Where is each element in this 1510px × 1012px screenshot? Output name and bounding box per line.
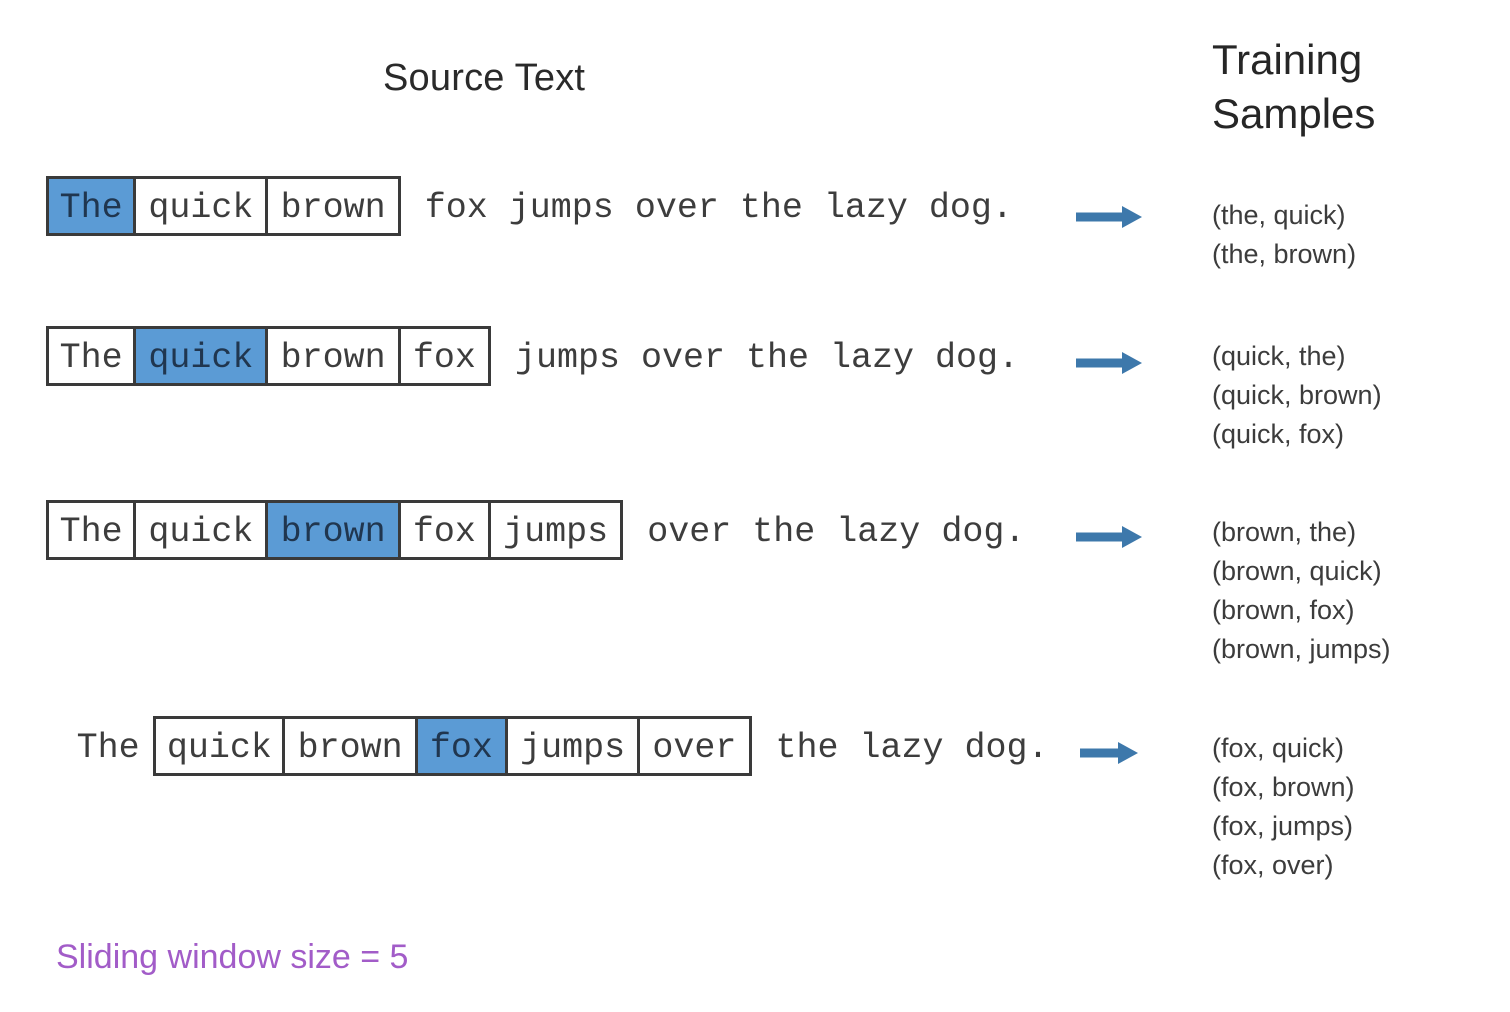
training-sample-pair: (the, quick) (1212, 200, 1346, 230)
trailing-text: fox jumps over the lazy dog. (403, 188, 1013, 228)
right-arrow-icon (1076, 524, 1142, 550)
right-arrow-icon (1076, 204, 1142, 230)
training-sample-pair: (fox, over) (1212, 849, 1334, 880)
training-sample-pair: (the, brown) (1212, 238, 1357, 269)
word-cell: The (46, 326, 137, 386)
training-sample-pair: (fox, brown) (1212, 771, 1355, 802)
sliding-window-caption: Sliding window size = 5 (56, 938, 409, 976)
word-sequence: The quick brown fox jumps over the lazy dog… (46, 326, 1022, 392)
word-cell: fox (400, 326, 491, 386)
word-sequence: The quick brown fox jumps over the lazy do… (46, 176, 1016, 242)
training-samples-group: (the, quick) (the, brown) (1212, 196, 1356, 274)
word-cell: brown (285, 716, 418, 776)
training-samples-heading: Training Samples (1212, 33, 1472, 141)
highlighted-word-cell: quick (136, 326, 269, 386)
right-arrow-icon (1080, 740, 1138, 766)
training-sample-pair: (quick, brown) (1212, 379, 1382, 410)
training-samples-heading-line1: Training (1212, 36, 1363, 83)
word-cell: The (76, 728, 140, 768)
word-cell: quick (153, 716, 286, 776)
word-cell: brown (268, 326, 401, 386)
highlighted-word-cell: brown (268, 500, 401, 560)
word-cell: brown (268, 176, 401, 236)
training-sample-pair: (brown, quick) (1212, 555, 1382, 586)
training-samples-group: (quick, the) (quick, brown) (quick, fox) (1212, 337, 1382, 454)
word-sequence: The quick brown fox jumps over the lazy dog. (63, 716, 1052, 782)
word-cell: quick (136, 176, 269, 236)
highlighted-word-cell: The (46, 176, 137, 236)
highlighted-word-cell: fox (417, 716, 508, 776)
training-sample-pair: (brown, fox) (1212, 594, 1355, 625)
training-samples-heading-line2: Samples (1212, 89, 1376, 137)
training-sample-pair: (brown, the) (1212, 517, 1357, 547)
word-cell: jumps (490, 500, 624, 560)
training-sample-pair: (fox, quick) (1212, 733, 1345, 763)
training-samples-group: (brown, the) (brown, quick) (brown, fox) (b… (1212, 513, 1391, 669)
word-cell: fox (400, 500, 491, 560)
training-sample-pair: (fox, jumps) (1212, 810, 1354, 841)
training-sample-pair: (quick, fox) (1212, 418, 1345, 449)
word-sequence: The quick brown fox jumps over the lazy dog. (46, 500, 1028, 566)
word-cell: The (46, 500, 137, 560)
training-sample-pair: (brown, jumps) (1212, 633, 1391, 664)
source-text-heading: Source Text (383, 57, 586, 99)
training-samples-group: (fox, quick) (fox, brown) (fox, jumps) (fox… (1212, 729, 1355, 885)
trailing-text: jumps over the lazy dog. (493, 338, 1020, 378)
right-arrow-icon (1076, 350, 1142, 376)
word-cell: over (640, 716, 752, 776)
training-sample-pair: (quick, the) (1212, 341, 1346, 371)
trailing-text: the lazy dog. (754, 728, 1049, 768)
word-cell: quick (136, 500, 269, 560)
trailing-text: over the lazy dog. (626, 512, 1026, 552)
word-cell: jumps (507, 716, 641, 776)
